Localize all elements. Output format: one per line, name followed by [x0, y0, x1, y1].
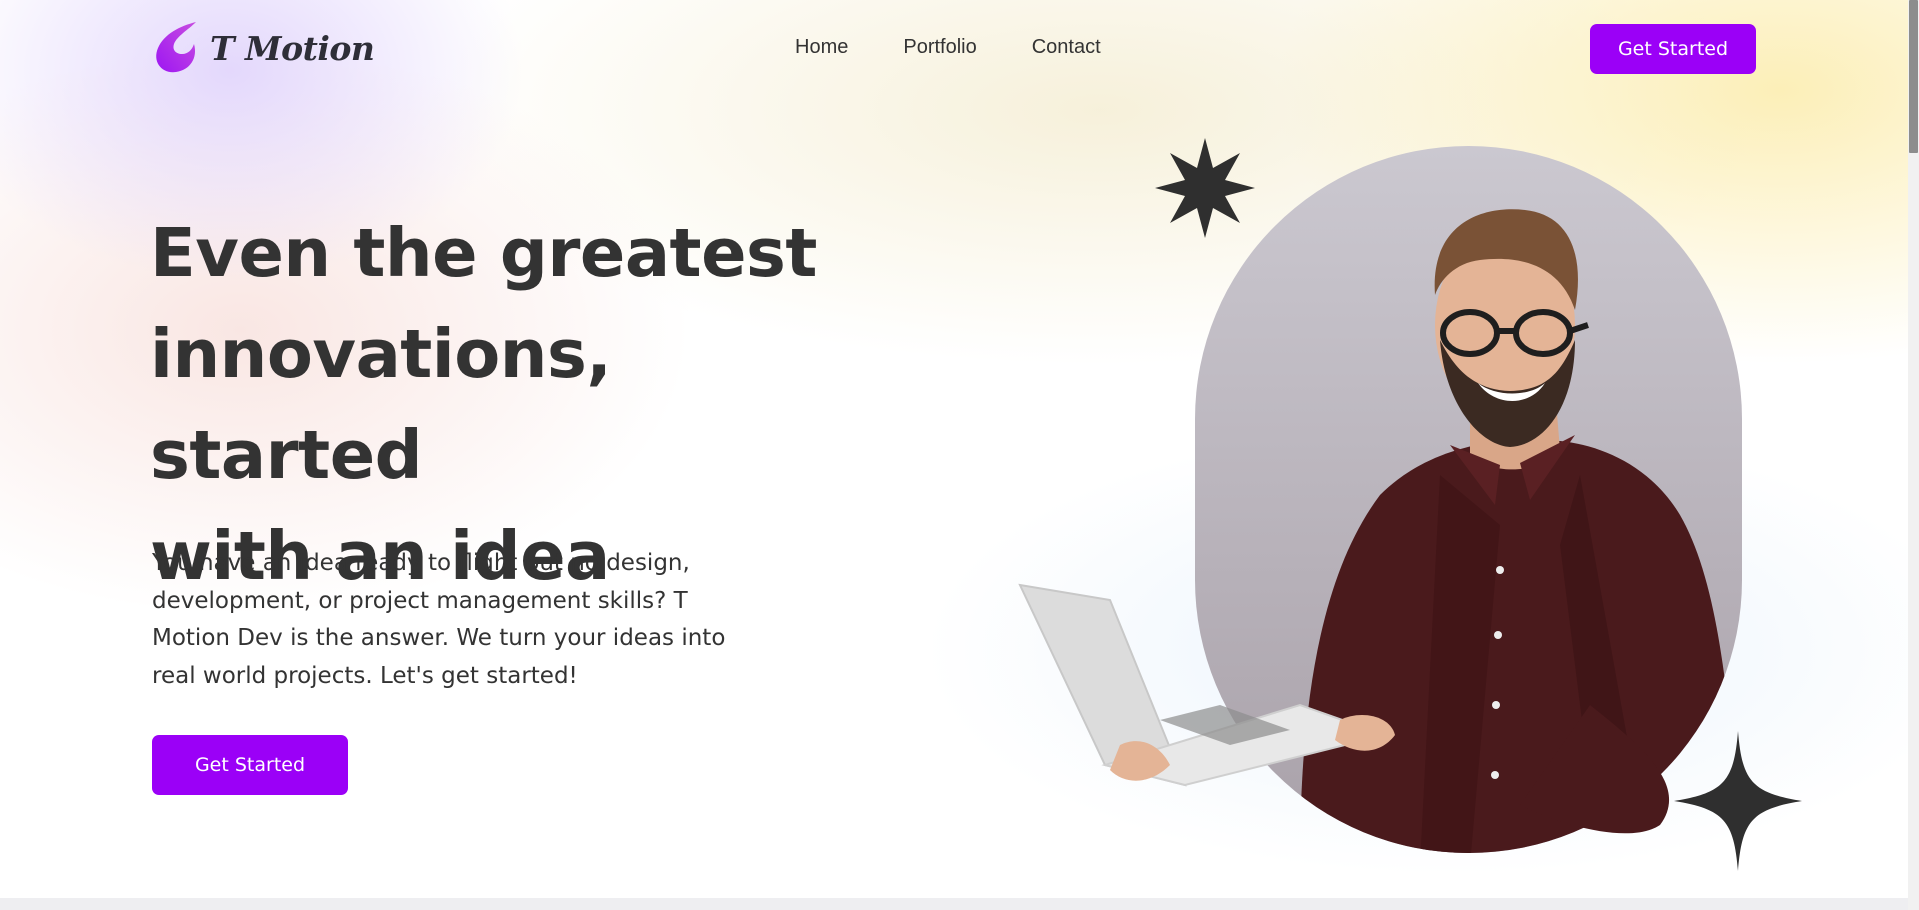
scrollbar-thumb[interactable]	[1909, 0, 1918, 153]
nav-link-contact[interactable]: Contact	[1032, 36, 1101, 59]
four-point-sparkle-icon	[1674, 731, 1802, 871]
nav-link-portfolio[interactable]: Portfolio	[903, 36, 976, 59]
section-divider	[0, 898, 1908, 910]
logo-link[interactable]: T Motion	[150, 20, 375, 76]
landing-page: T Motion Home Portfolio Contact Get Star…	[0, 0, 1919, 910]
hero-get-started-button[interactable]: Get Started	[152, 735, 348, 795]
page-scrollbar[interactable]	[1908, 0, 1919, 910]
nav-link-home[interactable]: Home	[795, 36, 848, 59]
eight-point-star-icon	[1155, 138, 1255, 238]
hero-title-line-1: Even the greatest	[150, 214, 817, 292]
hero-description: You have an idea ready to flight but no …	[152, 550, 726, 689]
logo-text: T Motion	[210, 28, 375, 68]
hero-portrait-image	[1018, 146, 1742, 853]
hero-title-line-2: innovations, started	[150, 315, 612, 494]
header-get-started-button[interactable]: Get Started	[1590, 24, 1756, 74]
flame-swirl-icon	[156, 22, 196, 73]
main-nav: Home Portfolio Contact	[795, 36, 1156, 59]
